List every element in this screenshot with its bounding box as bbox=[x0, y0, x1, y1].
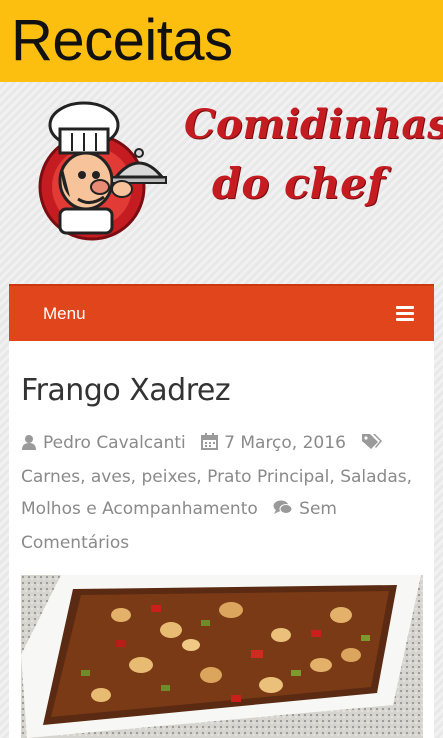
post-categories[interactable]: Carnes, aves, peixes, Prato Principal, S… bbox=[21, 467, 412, 519]
chef-mascot-icon bbox=[38, 101, 167, 241]
post-date[interactable]: 7 Março, 2016 bbox=[224, 433, 346, 453]
comments-icon bbox=[273, 495, 293, 527]
calendar-icon bbox=[201, 429, 219, 461]
app-header: Receitas bbox=[0, 0, 443, 82]
menu-bar[interactable]: Menu bbox=[9, 284, 434, 341]
dish-image bbox=[21, 575, 423, 738]
user-icon bbox=[21, 429, 37, 461]
post-title[interactable]: Frango Xadrez bbox=[21, 373, 231, 408]
app-title: Receitas bbox=[11, 8, 233, 73]
tags-icon bbox=[361, 429, 383, 461]
site-logo[interactable]: Comidinhas do chef bbox=[20, 95, 443, 255]
post-content: Frango Xadrez Pedro Cavalcanti 7 Março, … bbox=[9, 341, 434, 738]
hamburger-icon[interactable] bbox=[396, 306, 414, 322]
logo-line2: do chef bbox=[212, 159, 385, 208]
logo-line1: Comidinhas bbox=[184, 101, 443, 148]
post-featured-image[interactable] bbox=[21, 575, 423, 738]
menu-label[interactable]: Menu bbox=[43, 304, 86, 324]
post-author[interactable]: Pedro Cavalcanti bbox=[43, 433, 186, 453]
post-meta: Pedro Cavalcanti 7 Março, 2016 Carnes, a… bbox=[21, 427, 421, 559]
